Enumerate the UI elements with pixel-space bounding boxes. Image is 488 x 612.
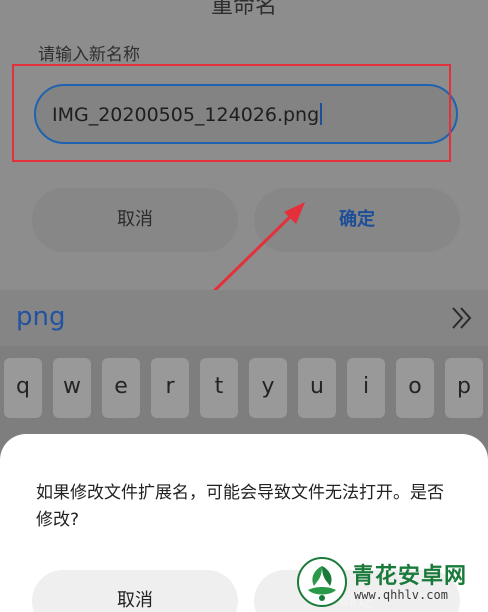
key-r[interactable]: r [151, 358, 189, 418]
key-i[interactable]: i [347, 358, 385, 418]
key-p[interactable]: p [445, 358, 483, 418]
key-t[interactable]: t [200, 358, 238, 418]
watermark-logo-icon [297, 557, 347, 607]
confirm-message: 如果修改文件扩展名，可能会导致文件无法打开。是否修改? [36, 483, 444, 530]
watermark-url: www.qhhlv.com [354, 588, 448, 602]
key-y[interactable]: y [249, 358, 287, 418]
suggestion-word[interactable]: png [16, 302, 66, 332]
watermark: 青花安卓网 www.qhhlv.com [296, 552, 488, 612]
key-e[interactable]: e [102, 358, 140, 418]
sheet-cancel-button[interactable]: 取消 [32, 570, 238, 612]
double-chevron-right-icon[interactable] [448, 304, 476, 332]
suggestion-bar: png [0, 290, 488, 346]
key-o[interactable]: o [396, 358, 434, 418]
key-w[interactable]: w [53, 358, 91, 418]
key-q[interactable]: q [4, 358, 42, 418]
key-u[interactable]: u [298, 358, 336, 418]
watermark-name: 青花安卓网 [352, 564, 468, 589]
